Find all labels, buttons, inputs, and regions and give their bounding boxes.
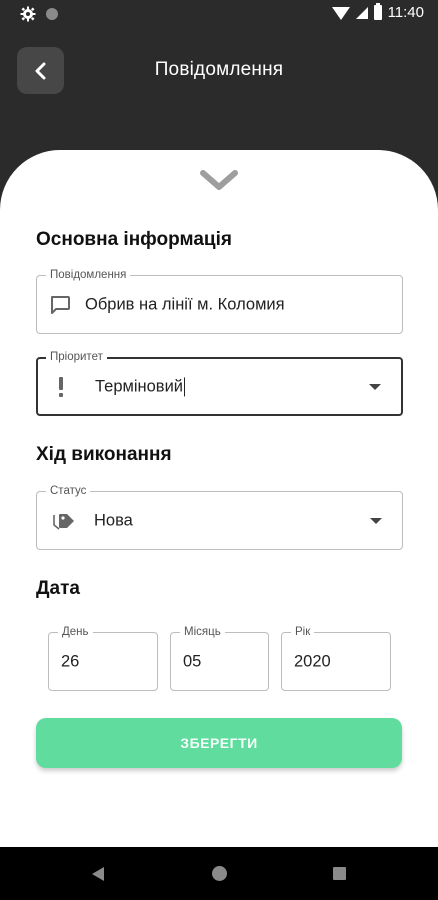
wifi-icon (331, 7, 350, 20)
status-right-icons: 11:40 (331, 3, 424, 21)
year-field[interactable]: Рік 2020 (281, 625, 391, 691)
year-field-value: 2020 (294, 652, 331, 670)
status-time: 11:40 (387, 4, 424, 21)
gear-icon (20, 6, 36, 22)
save-button[interactable]: ЗБЕРЕГТИ (36, 718, 402, 768)
year-field-label: Рік (291, 625, 315, 639)
day-field-value: 26 (61, 652, 80, 670)
month-field-label: Місяць (180, 625, 225, 639)
home-circle-icon[interactable] (212, 866, 227, 881)
month-field[interactable]: Місяць 05 (170, 625, 269, 691)
circle-icon (46, 8, 58, 20)
collapse-button[interactable] (198, 166, 240, 194)
status-bar: 11:40 (0, 0, 438, 28)
priority-select-label: Пріоритет (46, 350, 107, 364)
status-select[interactable]: Статус Нова (36, 484, 403, 550)
status-select-value: Нова (94, 511, 133, 529)
status-select-label: Статус (46, 484, 91, 498)
exclamation-icon (58, 376, 64, 398)
content-sheet: Основна інформація Повідомлення Обрив на… (0, 150, 438, 847)
page-title: Повідомлення (154, 59, 284, 80)
dropdown-arrow-icon (369, 383, 381, 390)
tag-icon (53, 512, 75, 530)
back-triangle-icon[interactable] (92, 867, 104, 881)
app-bar: Повідомлення (0, 28, 438, 148)
day-field-label: День (58, 625, 93, 639)
message-field-value: Обрив на лінії м. Коломия (85, 295, 285, 313)
day-field[interactable]: День 26 (48, 625, 158, 691)
message-field-label: Повідомлення (46, 268, 131, 282)
section-title-date: Дата (36, 578, 80, 599)
priority-select-value: Терміновий (95, 376, 186, 397)
priority-select[interactable]: Пріоритет Терміновий (36, 350, 403, 416)
signal-icon (355, 6, 368, 19)
recents-square-icon[interactable] (333, 867, 346, 880)
system-nav-bar (0, 847, 438, 900)
battery-icon (373, 3, 382, 20)
chevron-down-icon (200, 170, 238, 190)
section-title-progress: Хід виконання (36, 444, 172, 465)
status-left-icons (20, 6, 58, 22)
dropdown-arrow-icon (370, 517, 382, 524)
message-field[interactable]: Повідомлення Обрив на лінії м. Коломия (36, 268, 403, 334)
section-title-basic-info: Основна інформація (36, 229, 232, 250)
month-field-value: 05 (183, 652, 202, 670)
message-icon (49, 295, 71, 315)
